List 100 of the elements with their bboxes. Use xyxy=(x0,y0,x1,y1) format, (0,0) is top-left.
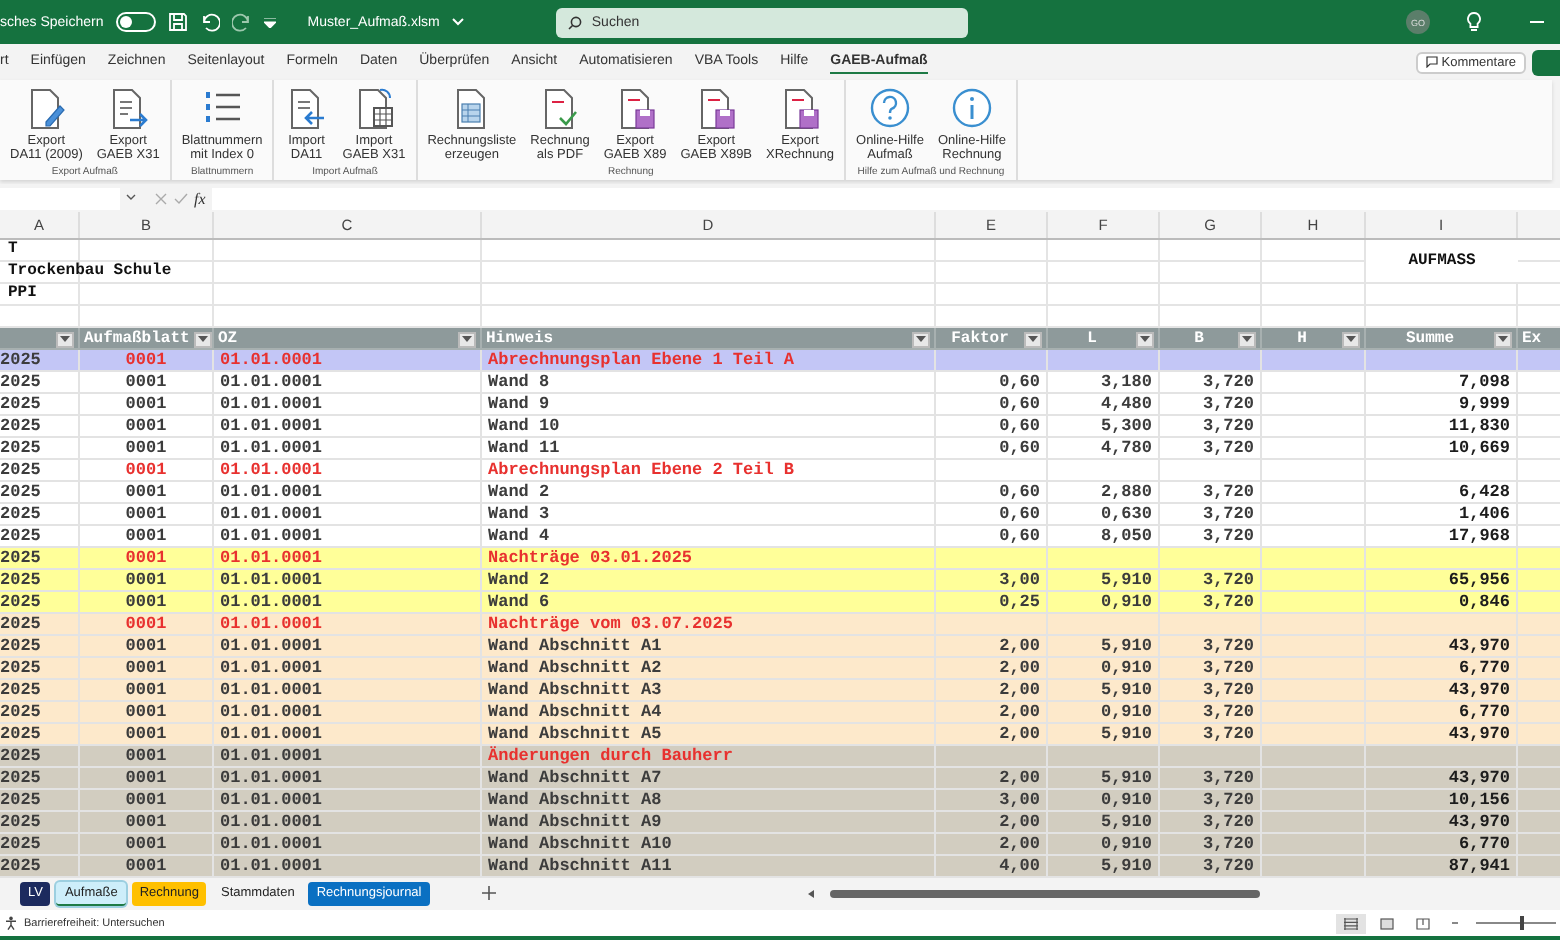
filter-button[interactable] xyxy=(56,331,74,347)
table-cell-text: 2025 xyxy=(0,482,43,504)
table-cell-text: 01.01.0001 xyxy=(218,394,325,416)
table-cell-text: 0,60 xyxy=(997,438,1042,460)
table-cell-text: 0001 xyxy=(123,834,169,856)
table-cell-text: 10,669 xyxy=(1446,438,1512,460)
filter-arrow-icon xyxy=(1242,336,1252,342)
table-cell-text: 1,406 xyxy=(1456,504,1512,526)
table-cell-text: 3,720 xyxy=(1200,592,1256,614)
scroll-thumb[interactable] xyxy=(829,890,1260,898)
table-cell-text: Wand Abschnitt A11 xyxy=(486,856,674,878)
table-cell-text: 2,00 xyxy=(997,724,1042,746)
table-cell-text: 01.01.0001 xyxy=(218,350,325,372)
table-cell-text: 0001 xyxy=(123,768,169,790)
table-cell-text: 0001 xyxy=(123,372,169,394)
zoom-out-icon[interactable] xyxy=(1452,920,1458,926)
table-cell-text: 3,720 xyxy=(1200,504,1256,526)
scroll-left-icon[interactable] xyxy=(807,890,814,898)
page-icon xyxy=(1380,917,1394,929)
search-icon xyxy=(567,15,582,29)
horizontal-scrollbar[interactable] xyxy=(807,888,1260,900)
table-cell-text: 6,770 xyxy=(1456,658,1512,680)
sheet-title: AUFMASS xyxy=(1366,240,1518,282)
filter-button[interactable] xyxy=(1494,331,1512,347)
table-cell-text: 43,970 xyxy=(1446,724,1512,746)
table-cell-text: Änderungen durch Bauherr xyxy=(486,746,735,768)
filter-button[interactable] xyxy=(1342,331,1360,347)
table-cell-text: 65,956 xyxy=(1446,570,1512,592)
table-cell-text: 5,910 xyxy=(1098,768,1154,790)
autosave-toggle[interactable] xyxy=(115,12,156,32)
table-cell-text: 01.01.0001 xyxy=(218,372,325,394)
filter-arrow-icon xyxy=(60,336,70,342)
table-cell-text: 01.01.0001 xyxy=(218,658,325,680)
table-cell-text: 2025 xyxy=(0,834,43,856)
filter-button[interactable] xyxy=(1024,331,1042,347)
table-cell-text: 43,970 xyxy=(1446,812,1512,834)
column-title: Hinweis xyxy=(486,330,556,348)
table-cell-text: 01.01.0001 xyxy=(218,592,325,614)
table-cell-text: 2,00 xyxy=(997,636,1042,658)
table-cell-text: 0001 xyxy=(123,592,169,614)
normal-view-button[interactable] xyxy=(1336,913,1366,933)
filter-arrow-icon xyxy=(916,336,926,342)
share-button[interactable] xyxy=(1532,49,1560,75)
undo-icon[interactable] xyxy=(199,12,220,32)
minimize-icon[interactable] xyxy=(1530,20,1544,24)
table-cell-text: 2025 xyxy=(0,394,43,416)
table-cell-text: 01.01.0001 xyxy=(218,636,325,658)
table-cell-text: 3,720 xyxy=(1200,526,1256,548)
filter-button[interactable] xyxy=(458,331,476,347)
table-cell-text: 3,720 xyxy=(1200,570,1256,592)
redo-icon[interactable] xyxy=(231,12,252,32)
chevron-down-icon[interactable] xyxy=(126,194,136,202)
table-cell-text: 01.01.0001 xyxy=(218,482,325,504)
table-cell-text: 2025 xyxy=(0,350,43,372)
filter-arrow-icon xyxy=(1498,336,1508,342)
filter-arrow-icon xyxy=(1346,336,1356,342)
table-cell-text: 3,720 xyxy=(1200,768,1256,790)
table-cell-text: 2,00 xyxy=(997,812,1042,834)
insert-function-button[interactable]: fx xyxy=(194,189,206,207)
table-cell-text: 0001 xyxy=(123,812,169,834)
table-cell-text: 2025 xyxy=(0,724,43,746)
table-cell-text: Wand 4 xyxy=(486,526,552,548)
filter-button[interactable] xyxy=(912,331,930,347)
table-cell-text: 0,910 xyxy=(1098,790,1154,812)
table-cell-text: 87,941 xyxy=(1446,856,1512,878)
table-cell-text: 2025 xyxy=(0,570,43,592)
table-cell-text: 3,720 xyxy=(1200,790,1256,812)
filter-button[interactable] xyxy=(1136,331,1154,347)
table-cell-text: 01.01.0001 xyxy=(218,746,325,768)
filter-button[interactable] xyxy=(193,331,212,347)
table-cell-text: Wand 11 xyxy=(486,438,562,460)
accessibility-icon[interactable] xyxy=(4,916,18,930)
lightbulb-icon[interactable] xyxy=(1466,12,1482,32)
table-cell-text: 0001 xyxy=(123,614,169,636)
table-cell-text: Wand 10 xyxy=(486,416,562,438)
table-cell-text: 01.01.0001 xyxy=(218,614,325,636)
table-cell-text: 3,720 xyxy=(1200,438,1256,460)
table-cell-text: 0,60 xyxy=(997,482,1042,504)
table-cell-text: 3,720 xyxy=(1200,394,1256,416)
table-cell-text: 3,720 xyxy=(1200,702,1256,724)
table-cell-text: 0001 xyxy=(123,504,169,526)
table-cell-text: 0001 xyxy=(123,482,169,504)
dropdown-icon[interactable] xyxy=(263,17,276,27)
table-cell-text: 2025 xyxy=(0,702,43,724)
formula-input[interactable] xyxy=(211,187,1560,209)
table-cell-text: 0001 xyxy=(123,702,169,724)
table-cell-text: 5,910 xyxy=(1098,636,1154,658)
check-icon[interactable] xyxy=(174,191,188,205)
table-cell-text: 17,968 xyxy=(1446,526,1512,548)
table-cell-text: 01.01.0001 xyxy=(218,548,325,570)
table-cell-text: 0001 xyxy=(123,416,169,438)
table-cell-text: 6,770 xyxy=(1456,702,1512,724)
save-icon[interactable] xyxy=(167,12,188,32)
table-cell-text: 2025 xyxy=(0,768,43,790)
page-break-icon xyxy=(1416,917,1430,929)
table-cell-text: 0001 xyxy=(123,636,169,658)
column-title: Ex xyxy=(1522,330,1544,348)
filter-button[interactable] xyxy=(1238,331,1256,347)
table-cell-text: 2025 xyxy=(0,460,43,482)
table-cell-text: Wand Abschnitt A10 xyxy=(486,834,674,856)
